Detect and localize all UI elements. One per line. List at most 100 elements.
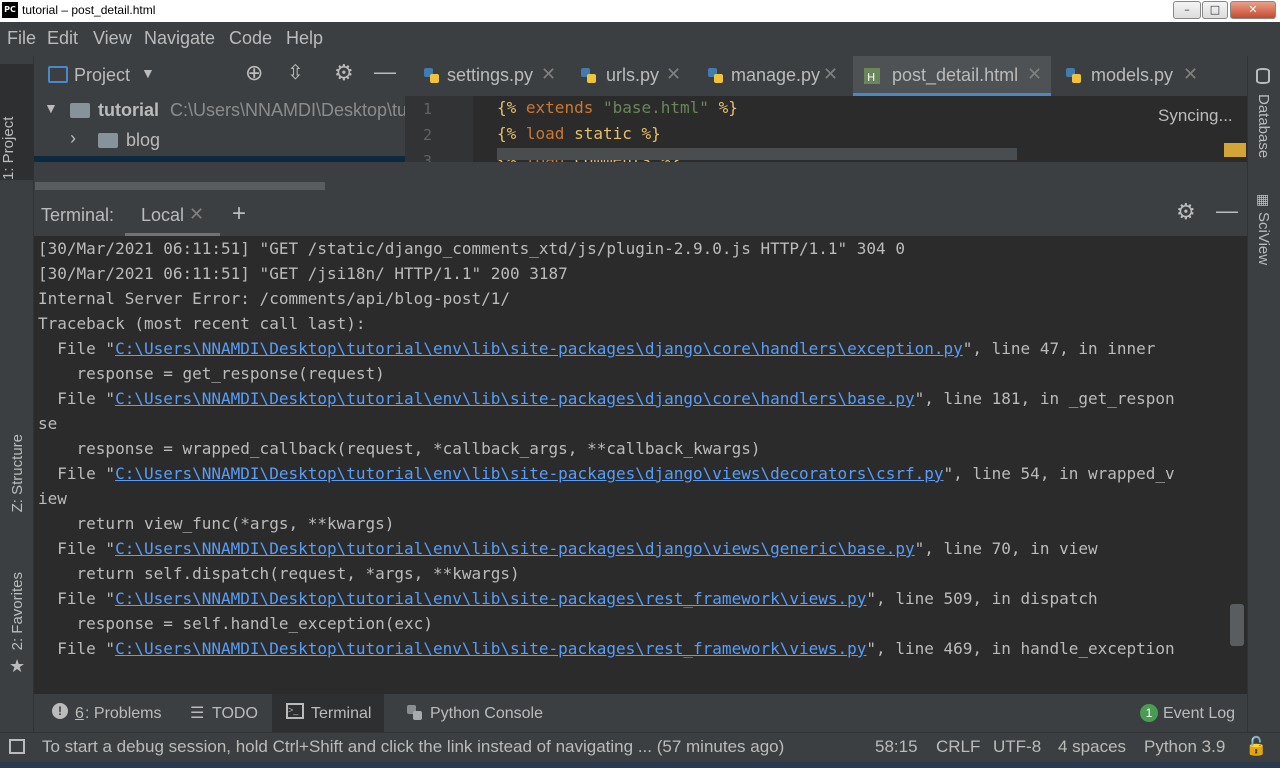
tool-tab-event-log[interactable]: 1 Event Log xyxy=(1134,694,1240,732)
favorites-star-icon: ★ xyxy=(9,656,26,677)
python-file-icon xyxy=(423,67,441,85)
chevron-down-icon[interactable]: ▼ xyxy=(44,100,58,116)
terminal-text: File " xyxy=(38,339,116,358)
terminal-line: response = self.handle_exception(exc) xyxy=(38,611,433,636)
indent-setting[interactable]: 4 spaces xyxy=(1058,737,1126,757)
python-interpreter[interactable]: Python 3.9 xyxy=(1144,737,1225,757)
menu-help[interactable]: Help xyxy=(286,28,323,49)
chevron-right-icon[interactable]: › xyxy=(70,128,76,149)
code-line[interactable]: {% load static %} xyxy=(497,124,661,143)
tool-tab-python-console[interactable]: Python Console xyxy=(394,694,544,732)
tool-tab-favorites[interactable]: 2: Favorites xyxy=(9,572,26,650)
menu-navigate[interactable]: Navigate xyxy=(144,28,215,49)
code-line[interactable]: {% extends "base.html" %} xyxy=(497,98,738,117)
tab-label: manage.py xyxy=(731,65,821,85)
terminal-output[interactable]: [30/Mar/2021 06:11:51] "GET /static/djan… xyxy=(34,236,1247,694)
line-separator[interactable]: CRLF xyxy=(936,737,980,757)
template-string: "base.html" xyxy=(593,98,709,117)
tab-post-detail-html[interactable]: H post_detail.html ✕ xyxy=(853,56,1051,96)
terminal-header: Terminal: Local ✕ + ⚙ — xyxy=(34,194,1247,236)
locate-target-icon[interactable]: ⊕ xyxy=(245,60,263,86)
close-tab-icon[interactable]: ✕ xyxy=(1183,64,1198,85)
file-path-link[interactable]: C:\Users\NNAMDI\Desktop\tutorial\env\lib… xyxy=(115,639,866,658)
html-file-icon: H xyxy=(863,67,881,85)
file-path-link[interactable]: C:\Users\NNAMDI\Desktop\tutorial\env\lib… xyxy=(115,539,915,558)
tree-item-label: blog xyxy=(126,130,161,150)
close-window-button[interactable]: ✕ xyxy=(1230,1,1276,19)
unlock-icon[interactable]: 🔓 xyxy=(1245,736,1267,757)
tree-item-blog[interactable]: › blog xyxy=(34,126,405,156)
terminal-text: ", line 54, in wrapped_v xyxy=(943,464,1175,483)
project-view-dropdown-icon[interactable]: ▼ xyxy=(141,65,155,81)
terminal-text: ", line 181, in _get_respon xyxy=(914,389,1175,408)
terminal-line: [30/Mar/2021 06:11:51] "GET /jsi18n/ HTT… xyxy=(38,261,568,286)
close-tab-icon[interactable]: ✕ xyxy=(666,64,681,85)
todo-list-icon: ☰ xyxy=(190,705,205,722)
file-path-link[interactable]: C:\Users\NNAMDI\Desktop\tutorial\env\lib… xyxy=(115,589,866,608)
terminal-text: ", line 70, in view xyxy=(914,539,1098,558)
tool-tab-terminal[interactable]: >_ Terminal xyxy=(272,694,384,732)
terminal-text: Traceback (most recent call last): xyxy=(38,314,366,333)
project-panel-title[interactable]: Project xyxy=(74,65,130,86)
tab-urls-py[interactable]: urls.py ✕ xyxy=(570,56,685,96)
terminal-line: [30/Mar/2021 06:11:51] "GET /static/djan… xyxy=(38,236,905,261)
terminal-line: File "C:\Users\NNAMDI\Desktop\tutorial\e… xyxy=(38,386,1175,411)
tool-tab-database[interactable]: Database xyxy=(1255,94,1272,158)
terminal-text: ", line 47, in inner xyxy=(962,339,1156,358)
tool-tab-problems[interactable]: ! 6 : Problems xyxy=(44,694,170,732)
menu-edit[interactable]: Edit xyxy=(47,28,78,49)
terminal-tab-local[interactable]: Local ✕ xyxy=(125,194,220,236)
terminal-line: Internal Server Error: /comments/api/blo… xyxy=(38,286,510,311)
terminal-text: File " xyxy=(38,639,116,658)
problems-info-icon: ! xyxy=(52,703,68,719)
tree-item-tutorial[interactable]: ▼ tutorial C:\Users\NNAMDI\Desktop\tu xyxy=(34,96,405,126)
close-tab-icon[interactable]: ✕ xyxy=(189,204,204,225)
left-tool-strip: 1: Project Z: Structure 2: Favorites ★ xyxy=(0,56,34,732)
tree-item-label: tutorial xyxy=(98,100,159,120)
warning-marker[interactable] xyxy=(1224,143,1246,157)
close-tab-icon[interactable]: ✕ xyxy=(823,64,838,85)
collapse-all-icon[interactable]: ⇳ xyxy=(287,60,304,85)
hide-terminal-icon[interactable]: — xyxy=(1216,198,1238,224)
terminal-text: [30/Mar/2021 06:11:51] "GET /static/djan… xyxy=(38,239,905,258)
folder-icon xyxy=(70,103,90,118)
tool-tab-todo[interactable]: ☰ TODO xyxy=(180,694,266,732)
terminal-scrollbar[interactable] xyxy=(1230,604,1244,646)
status-message[interactable]: To start a debug session, hold Ctrl+Shif… xyxy=(42,737,784,757)
menu-file[interactable]: File xyxy=(7,28,36,49)
menu-code[interactable]: Code xyxy=(229,28,272,49)
tab-models-py[interactable]: models.py ✕ xyxy=(1057,56,1207,96)
tool-tab-project[interactable]: 1: Project xyxy=(0,64,34,180)
file-path-link[interactable]: C:\Users\NNAMDI\Desktop\tutorial\env\lib… xyxy=(115,339,963,358)
minimize-button[interactable]: – xyxy=(1173,1,1201,19)
tab-manage-py[interactable]: manage.py ✕ xyxy=(695,56,845,96)
file-path-link[interactable]: C:\Users\NNAMDI\Desktop\tutorial\env\lib… xyxy=(115,464,943,483)
python-file-icon xyxy=(707,67,725,85)
terminal-text: ", line 469, in handle_exception xyxy=(866,639,1175,658)
maximize-button[interactable]: □ xyxy=(1202,1,1228,19)
event-log-label: Event Log xyxy=(1163,705,1236,722)
window-title-bar: PC tutorial – post_detail.html – □ ✕ xyxy=(0,0,1280,22)
close-tab-icon[interactable]: ✕ xyxy=(541,64,556,85)
editor-horizontal-scrollbar[interactable] xyxy=(497,148,1017,160)
python-console-label: Python Console xyxy=(430,705,543,722)
caret-position[interactable]: 58:15 xyxy=(875,737,918,757)
project-settings-gear-icon[interactable]: ⚙ xyxy=(334,60,354,86)
menu-view[interactable]: View xyxy=(93,28,132,49)
hide-panel-icon[interactable]: — xyxy=(374,59,396,85)
file-path-link[interactable]: C:\Users\NNAMDI\Desktop\tutorial\env\lib… xyxy=(115,389,915,408)
tool-tab-structure[interactable]: Z: Structure xyxy=(9,434,26,512)
tab-settings-py[interactable]: settings.py ✕ xyxy=(415,56,563,96)
template-keyword: load xyxy=(525,124,565,143)
toggle-tool-windows-icon[interactable] xyxy=(9,739,25,754)
line-number: 2 xyxy=(423,126,433,144)
project-horizontal-scrollbar[interactable] xyxy=(35,182,325,190)
terminal-text: response = self.handle_exception(exc) xyxy=(38,614,433,633)
problems-number: 6 xyxy=(75,705,84,722)
new-terminal-plus-icon[interactable]: + xyxy=(232,200,246,228)
tool-tab-sciview[interactable]: SciView xyxy=(1255,212,1272,265)
terminal-settings-gear-icon[interactable]: ⚙ xyxy=(1176,199,1196,225)
tab-label: models.py xyxy=(1091,65,1174,85)
file-encoding[interactable]: UTF-8 xyxy=(993,737,1041,757)
close-tab-icon[interactable]: ✕ xyxy=(1027,64,1042,85)
